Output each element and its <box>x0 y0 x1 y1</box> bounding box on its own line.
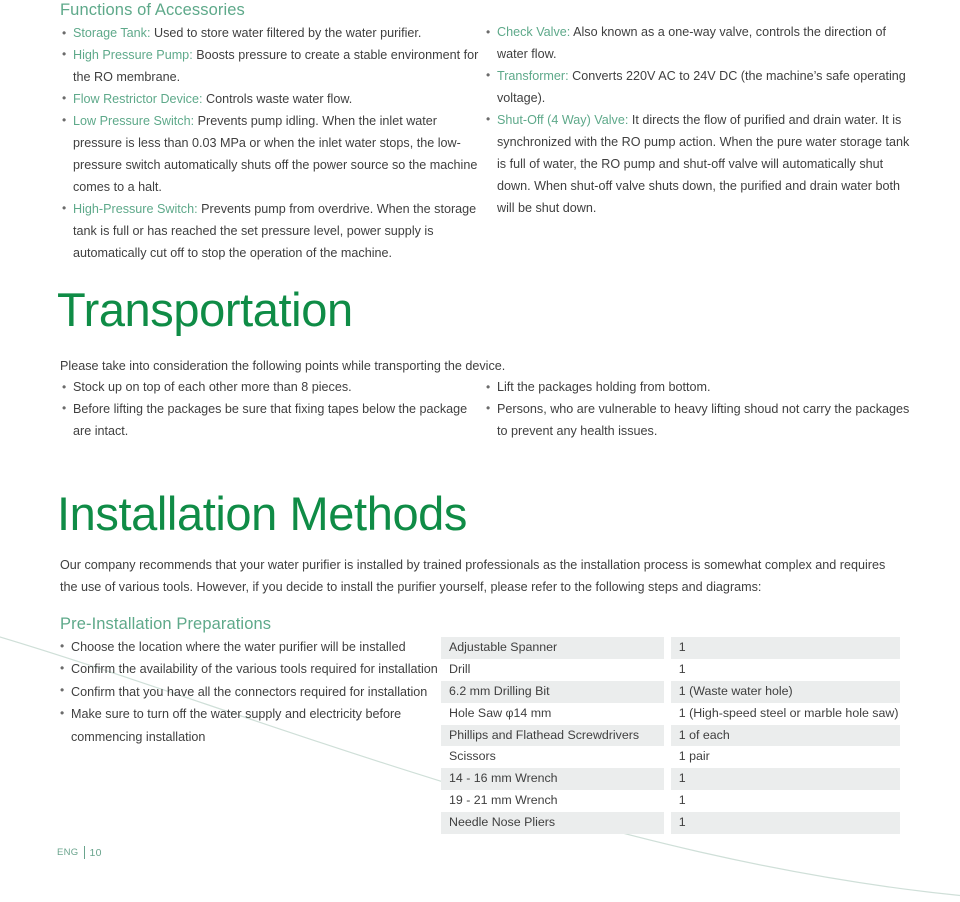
tool-name: 14 - 16 mm Wrench <box>441 768 665 791</box>
column-gutter <box>664 702 671 725</box>
tool-name: Drill <box>441 658 665 681</box>
list-item: Before lifting the packages be sure that… <box>62 398 482 443</box>
list-item: Confirm the availability of the various … <box>60 658 440 680</box>
table-row: 19 - 21 mm Wrench 1 <box>441 790 900 812</box>
column-gutter <box>664 746 671 769</box>
pre-installation-preparations-heading: Pre-Installation Preparations <box>60 615 272 633</box>
tool-name: Needle Nose Pliers <box>441 812 665 834</box>
table-row: Hole Saw φ14 mm 1 (High-speed steel or m… <box>441 702 900 725</box>
column-gutter <box>664 680 671 703</box>
tool-quantity: 1 (Waste water hole) <box>670 680 900 703</box>
accessory-description: Controls waste water flow. <box>205 91 353 106</box>
list-item: Lift the packages holding from bottom. <box>486 377 911 399</box>
accessories-heading: Functions of Accessories <box>60 1 245 19</box>
column-gutter <box>664 768 671 791</box>
tool-name: Hole Saw φ14 mm <box>441 702 665 725</box>
list-item: Confirm that you have all the connectors… <box>60 680 440 703</box>
list-item: Choose the location where the water puri… <box>60 635 440 658</box>
accessory-term: Shut-Off (4 Way) Valve: <box>497 112 629 127</box>
accessory-term: High-Pressure Switch: <box>73 201 198 216</box>
accessory-term: Flow Restrictor Device: <box>73 91 203 106</box>
footer-language: ENG <box>57 847 79 858</box>
accessory-term: High Pressure Pump: <box>73 47 193 62</box>
list-item: Flow Restrictor Device: Controls waste w… <box>62 88 482 111</box>
list-item: Make sure to turn off the water supply a… <box>60 703 440 748</box>
table-row: 14 - 16 mm Wrench 1 <box>441 768 900 791</box>
page-footer: ENG 10 <box>57 846 102 859</box>
footer-page-number: 10 <box>89 846 102 859</box>
tool-quantity: 1 (High-speed steel or marble hole saw) <box>670 702 900 725</box>
table-row: Scissors 1 pair <box>441 746 900 769</box>
tool-name: Phillips and Flathead Screwdrivers <box>441 724 665 747</box>
column-gutter <box>664 637 671 659</box>
tool-quantity: 1 of each <box>670 724 900 747</box>
tool-name: 19 - 21 mm Wrench <box>441 790 665 812</box>
accessory-term: Storage Tank: <box>73 26 151 40</box>
list-item: High-Pressure Switch: Prevents pump from… <box>62 198 482 265</box>
transportation-intro: Please take into consideration the follo… <box>60 359 506 373</box>
accessory-description: It directs the flow of purified and drai… <box>497 112 910 215</box>
accessory-term: Check Valve: <box>497 25 571 39</box>
manual-page: Functions of Accessories Storage Tank: U… <box>0 0 960 902</box>
column-gutter <box>664 724 671 747</box>
column-gutter <box>664 658 671 681</box>
installation-heading: Installation Methods <box>57 487 468 540</box>
tool-quantity: 1 <box>670 812 900 834</box>
list-item: Persons, who are vulnerable to heavy lif… <box>486 398 911 443</box>
accessory-term: Transformer: <box>497 68 569 83</box>
tool-quantity: 1 <box>670 790 900 812</box>
column-gutter <box>664 790 671 812</box>
installation-intro: Our company recommends that your water p… <box>60 558 886 595</box>
list-item: Stock up on top of each other more than … <box>62 377 482 399</box>
tool-quantity: 1 <box>670 658 900 681</box>
pre-installation-list: Choose the location where the water puri… <box>60 635 440 748</box>
column-gutter <box>664 812 671 834</box>
tool-quantity: 1 <box>670 768 900 791</box>
required-tools-table: Adjustable Spanner 1 Drill 1 6.2 mm Dril… <box>441 637 900 834</box>
tool-name: Scissors <box>441 746 665 769</box>
accessory-term: Low Pressure Switch: <box>73 113 195 128</box>
tool-quantity: 1 pair <box>670 746 900 769</box>
list-item: Transformer: Converts 220V AC to 24V DC … <box>486 65 911 110</box>
table-row: 6.2 mm Drilling Bit 1 (Waste water hole) <box>441 680 900 703</box>
list-item: High Pressure Pump: Boosts pressure to c… <box>62 44 482 89</box>
footer-divider <box>83 846 85 859</box>
list-item: Shut-Off (4 Way) Valve: It directs the f… <box>486 109 911 220</box>
tool-name: 6.2 mm Drilling Bit <box>441 680 665 703</box>
transportation-list-left: Stock up on top of each other more than … <box>62 377 482 443</box>
accessories-list-right: Check Valve: Also known as a one-way val… <box>486 22 911 220</box>
table-row: Phillips and Flathead Screwdrivers 1 of … <box>441 724 900 747</box>
tool-name: Adjustable Spanner <box>441 637 665 659</box>
accessories-list-left: Storage Tank: Used to store water filter… <box>62 23 482 265</box>
table-row: Adjustable Spanner 1 <box>441 637 900 659</box>
table-row: Needle Nose Pliers 1 <box>441 812 900 834</box>
transportation-list-right: Lift the packages holding from bottom. P… <box>486 377 911 443</box>
tool-quantity: 1 <box>670 637 900 659</box>
list-item: Low Pressure Switch: Prevents pump idlin… <box>62 110 482 199</box>
accessory-description: Used to store water filtered by the wate… <box>153 26 422 40</box>
transportation-heading: Transportation <box>57 283 353 336</box>
list-item: Check Valve: Also known as a one-way val… <box>486 22 911 66</box>
list-item: Storage Tank: Used to store water filter… <box>62 23 482 45</box>
table-row: Drill 1 <box>441 658 900 681</box>
